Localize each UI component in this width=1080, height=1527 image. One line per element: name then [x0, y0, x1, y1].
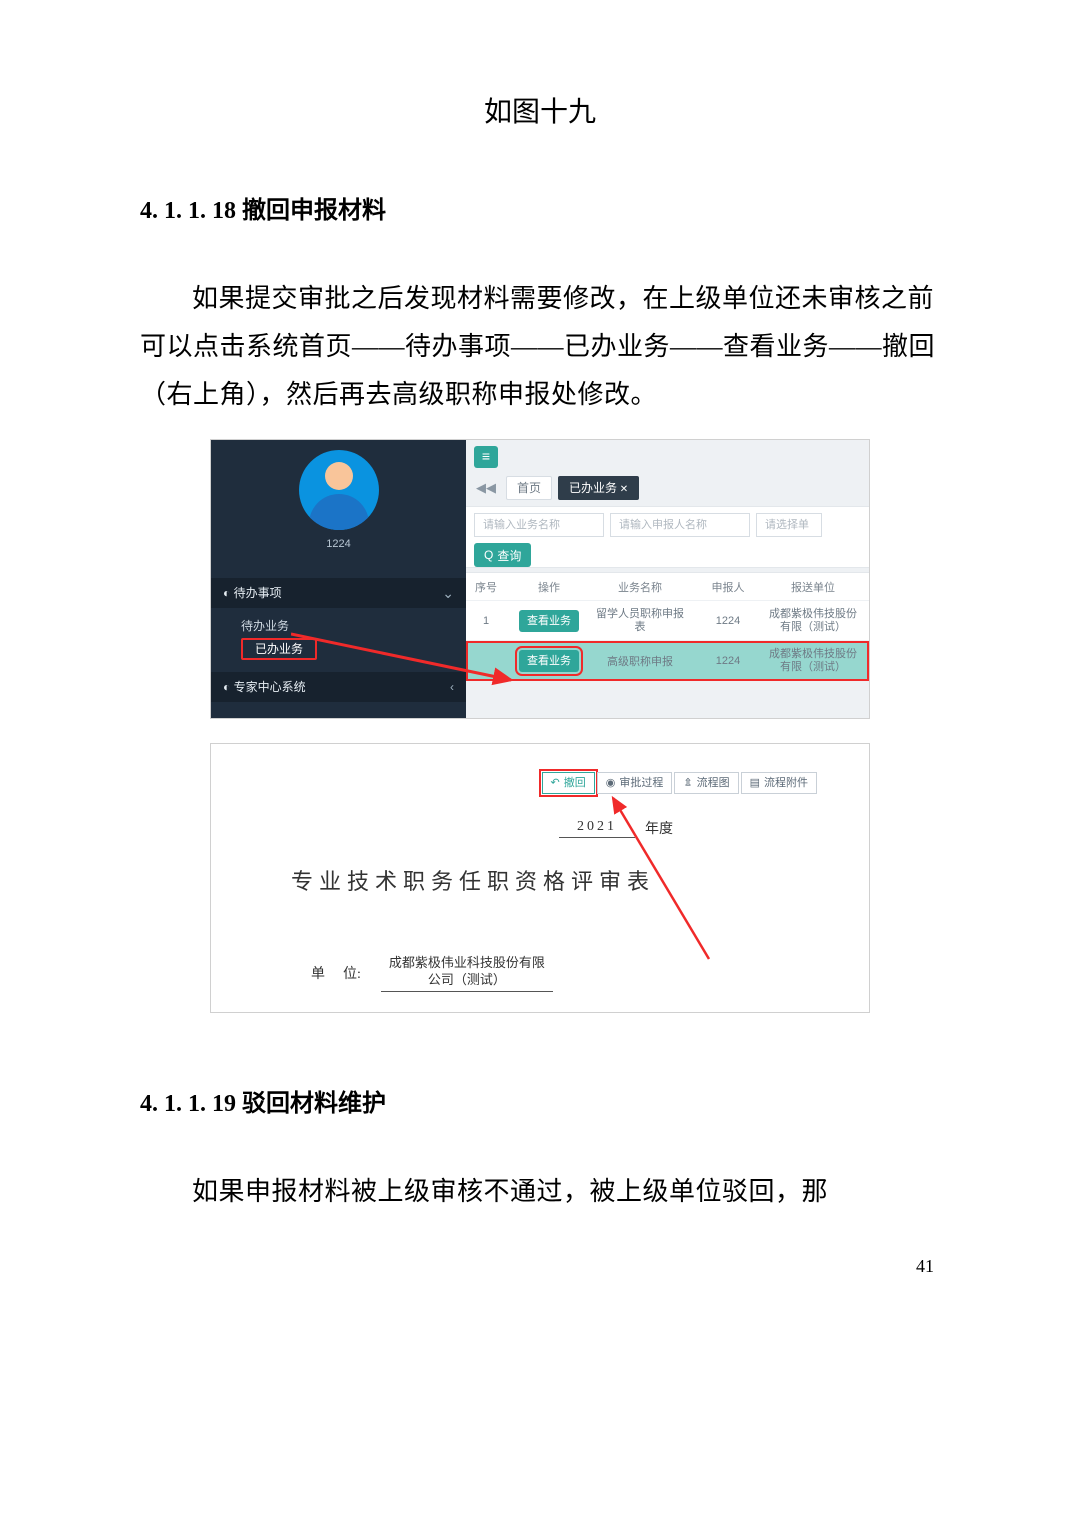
- recall-icon: ↶: [551, 773, 560, 793]
- paragraph-a: 如果提交审批之后发现材料需要修改，在上级单位还未审核之前可以点击系统首页——待办…: [140, 275, 940, 419]
- paragraph-b: 如果申报材料被上级审核不通过，被上级单位驳回，那: [140, 1168, 940, 1216]
- search-icon: Q: [484, 548, 493, 562]
- tab-scroll-left-icon[interactable]: ◀◀: [472, 480, 500, 496]
- table-row[interactable]: 1 查看业务 留学人员职称申报表 1224 成都紫极伟技股份有限（测试）: [466, 601, 869, 641]
- detail-year: 2021 年度: [559, 818, 673, 838]
- unit-select[interactable]: 请选择单: [756, 513, 822, 537]
- attach-button[interactable]: ▤流程附件: [741, 772, 817, 794]
- username: 1224: [211, 538, 466, 550]
- sidebar: 1224 ◐ 待办事项 待办业务 已办业务 ◐ 专家中心系统: [211, 440, 466, 718]
- sidebar-item-expert[interactable]: ◐ 专家中心系统: [211, 672, 466, 702]
- sidebar-item-done[interactable]: 已办业务: [241, 638, 317, 660]
- tab-bar: ◀◀ 首页 已办业务: [466, 474, 639, 502]
- hamburger-icon[interactable]: ≡: [474, 446, 498, 468]
- recall-button[interactable]: ↶撤回: [542, 772, 595, 794]
- detail-pane: ↶撤回 ◉审批过程 ⇭流程图 ▤流程附件 2021 年度 专业技术职务任职资格评…: [210, 743, 870, 1013]
- chart-icon: ⇭: [683, 773, 692, 793]
- tab-home[interactable]: 首页: [506, 476, 552, 500]
- grid-header: 序号 操作 业务名称 申报人 报送单位: [466, 573, 869, 601]
- sidebar-item-pending[interactable]: 待办业务: [241, 614, 466, 638]
- eye-icon: ◉: [606, 773, 616, 793]
- sidebar-item-todo[interactable]: ◐ 待办事项: [211, 578, 466, 608]
- section-heading-18: 4. 1. 1. 18 撤回申报材料: [140, 190, 940, 225]
- flowchart-button[interactable]: ⇭流程图: [674, 772, 738, 794]
- view-button[interactable]: 查看业务: [519, 650, 579, 672]
- half-circle-icon: ◐: [223, 586, 230, 600]
- tab-done[interactable]: 已办业务: [558, 476, 639, 500]
- view-button[interactable]: 查看业务: [519, 610, 579, 632]
- process-button[interactable]: ◉审批过程: [597, 772, 673, 794]
- doc-icon: ▤: [750, 773, 760, 793]
- app-window: 1224 ◐ 待办事项 待办业务 已办业务 ◐ 专家中心系统 ≡ ◀◀ 首页: [210, 439, 870, 719]
- sidebar-submenu: 待办业务 已办业务: [211, 608, 466, 666]
- page-number: 41: [140, 1256, 940, 1277]
- detail-title: 专业技术职务任职资格评审表: [291, 864, 655, 896]
- table-row[interactable]: 查看业务 高级职称申报 1224 成都紫极伟技股份有限（测试）: [466, 641, 869, 681]
- main-pane: ≡ ◀◀ 首页 已办业务 请输入业务名称 请输入申报人名称 请选择单 Q查询: [466, 440, 869, 718]
- half-circle-icon: ◐: [223, 680, 230, 694]
- avatar[interactable]: [299, 450, 379, 530]
- query-button[interactable]: Q查询: [474, 543, 531, 567]
- result-grid: 序号 操作 业务名称 申报人 报送单位 1 查看业务 留学人员职称申报表 122…: [466, 572, 869, 681]
- applicant-input[interactable]: 请输入申报人名称: [610, 513, 750, 537]
- detail-actions: ↶撤回 ◉审批过程 ⇭流程图 ▤流程附件: [542, 772, 817, 794]
- section-heading-19: 4. 1. 1. 19 驳回材料维护: [140, 1083, 940, 1118]
- detail-unit: 单位: 成都紫极伟业科技股份有限公司（测试）: [311, 954, 553, 992]
- figure-caption: 如图十九: [140, 90, 940, 130]
- screenshot-container: 1224 ◐ 待办事项 待办业务 已办业务 ◐ 专家中心系统 ≡ ◀◀ 首页: [210, 439, 870, 1013]
- biz-name-input[interactable]: 请输入业务名称: [474, 513, 604, 537]
- filter-bar: 请输入业务名称 请输入申报人名称 请选择单 Q查询: [466, 506, 869, 568]
